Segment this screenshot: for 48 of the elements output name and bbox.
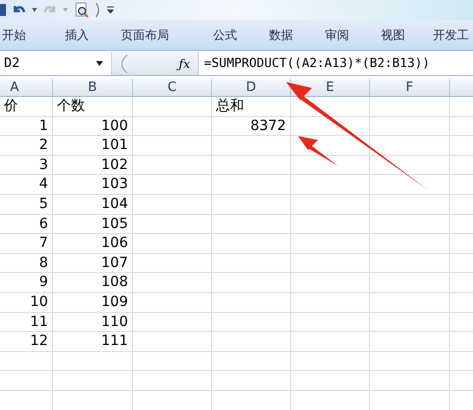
ribbon-tab[interactable]: 开始 <box>0 26 58 44</box>
table-cell: 110 <box>53 312 133 332</box>
table-cell: 10 <box>0 292 53 312</box>
ribbon-tab[interactable]: 数据 <box>262 26 318 44</box>
table-cell: 7 <box>0 234 53 253</box>
table-cell: 8372 <box>212 116 291 136</box>
table-cell: 103 <box>53 175 133 194</box>
ribbon-tab[interactable]: 公式 <box>206 26 262 44</box>
column-header[interactable]: B <box>53 79 133 96</box>
table-cell: 11 <box>0 312 53 332</box>
caret-icon[interactable] <box>32 8 37 12</box>
table-cell: 3 <box>0 156 53 174</box>
table-cell: 6 <box>0 214 53 234</box>
cell-reference: D2 <box>4 54 20 73</box>
table-cell: 109 <box>53 292 133 312</box>
customize-icon[interactable] <box>107 6 114 14</box>
formula-field[interactable]: =SUMPRODUCT((A2:A13)*(B2:B13)) <box>198 52 473 75</box>
ribbon-tab[interactable]: 审阅 <box>318 26 374 44</box>
table-cell: 9 <box>0 273 53 292</box>
table-cell: 107 <box>53 254 133 272</box>
insert-function-button[interactable]: ƒx <box>178 54 190 72</box>
table-cell: 106 <box>53 234 133 253</box>
table-cell: 总和 <box>212 97 291 116</box>
ribbon-tab[interactable]: 开发工 <box>430 26 471 44</box>
table-cell: 8 <box>0 254 53 272</box>
column-header[interactable]: C <box>133 79 212 96</box>
table-cell: 4 <box>0 175 53 194</box>
table-cell: 1 <box>0 116 53 136</box>
toolbar-end-icon <box>96 2 101 18</box>
table-cell: 104 <box>53 194 133 214</box>
ribbon-tab[interactable]: 插入 <box>58 26 114 44</box>
ribbon-tab[interactable]: 页面布局 <box>114 26 206 44</box>
table-cell: 100 <box>53 116 133 136</box>
table-cell: 101 <box>53 136 133 155</box>
table-cell: 价 <box>0 97 53 116</box>
caret-icon[interactable] <box>96 61 103 66</box>
table-cell: 12 <box>0 332 53 351</box>
column-header[interactable]: A <box>0 79 53 96</box>
column-header[interactable]: F <box>370 79 450 96</box>
table-cell: 2 <box>0 136 53 155</box>
table-cell: 5 <box>0 194 53 214</box>
table-cell: 108 <box>53 273 133 292</box>
table-cell: 102 <box>53 156 133 174</box>
ribbon-tab[interactable]: 视图 <box>374 26 430 44</box>
table-cell: 111 <box>53 332 133 351</box>
table-cell: 105 <box>53 214 133 234</box>
table-cell: 个数 <box>53 97 133 116</box>
print-preview-icon[interactable] <box>74 2 90 18</box>
